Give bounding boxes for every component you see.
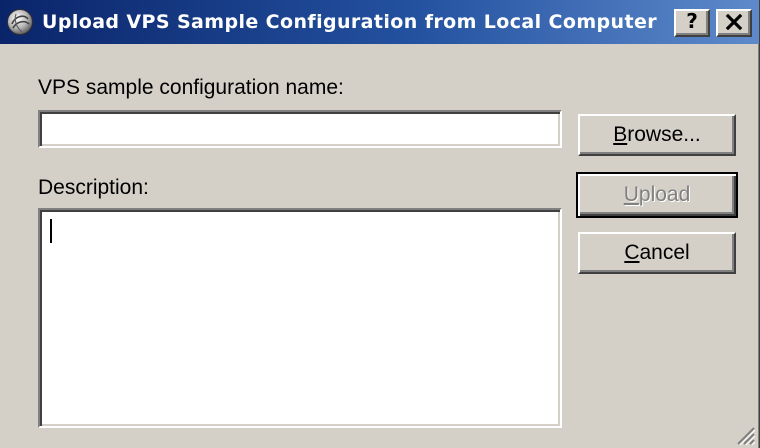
resize-grip-icon[interactable] (734, 424, 756, 446)
config-name-label: VPS sample configuration name: (38, 76, 344, 99)
browse-button[interactable]: Browse... (578, 114, 736, 156)
browse-button-label: Browse... (613, 123, 701, 146)
upload-dialog: Upload VPS Sample Configuration from Loc… (0, 0, 760, 448)
text-caret (50, 219, 52, 243)
config-name-input[interactable] (38, 110, 562, 148)
title-bar[interactable]: Upload VPS Sample Configuration from Loc… (0, 0, 759, 44)
description-textarea[interactable] (38, 208, 562, 428)
upload-button[interactable]: Upload (576, 172, 738, 218)
close-icon (725, 14, 743, 30)
description-label: Description: (38, 176, 149, 199)
accelerator-key: B (613, 123, 628, 146)
app-icon (6, 8, 34, 36)
accelerator-key: C (624, 241, 640, 264)
close-button[interactable] (716, 9, 752, 37)
help-icon (686, 12, 698, 34)
upload-button-label: Upload (623, 183, 691, 206)
cancel-button[interactable]: Cancel (578, 232, 736, 274)
help-button[interactable] (674, 9, 710, 37)
cancel-button-label: Cancel (624, 241, 690, 264)
window-title: Upload VPS Sample Configuration from Loc… (42, 11, 658, 33)
accelerator-key: U (623, 183, 639, 206)
